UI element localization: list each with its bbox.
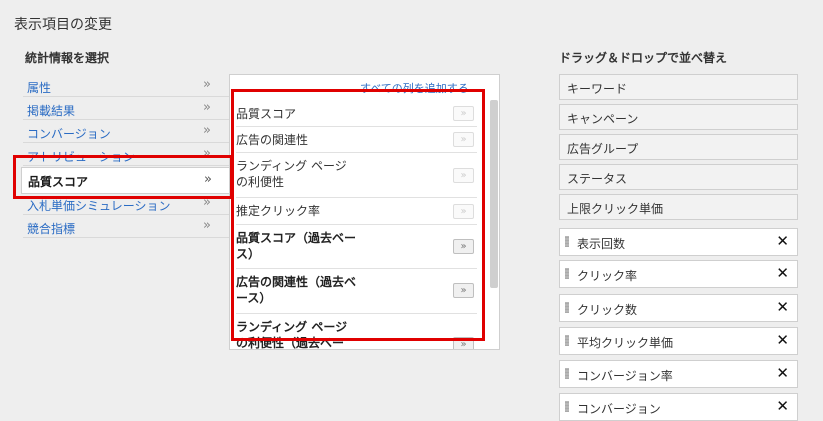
highlight-box-metrics (231, 89, 485, 341)
column-label: クリック率 (577, 269, 638, 283)
drag-handle-icon[interactable] (565, 236, 569, 247)
column-label: コンバージョン率 (577, 369, 673, 383)
remove-column-icon[interactable]: ✕ (776, 232, 789, 250)
category-label: 掲載結果 (27, 104, 76, 118)
chevron-right-icon: » (203, 123, 211, 138)
column-label: 広告グループ (567, 142, 639, 156)
remove-column-icon[interactable]: ✕ (776, 298, 789, 316)
fixed-column: 広告グループ (559, 134, 798, 160)
column-label: 上限クリック単価 (567, 202, 664, 216)
page-title: 表示項目の変更 (14, 17, 112, 33)
column-label: キャンペーン (567, 112, 639, 126)
selected-column[interactable]: クリック数 ✕ (559, 294, 798, 322)
selected-column[interactable]: 平均クリック単価 ✕ (559, 327, 798, 355)
category-label: 競合指標 (27, 222, 76, 236)
drag-handle-icon[interactable] (565, 335, 569, 346)
highlight-box-category (13, 155, 233, 199)
fixed-column: ステータス (559, 164, 798, 190)
category-label: 属性 (27, 81, 52, 95)
drag-handle-icon[interactable] (565, 368, 569, 379)
scrollbar[interactable] (490, 100, 498, 288)
drag-drop-heading: ドラッグ＆ドロップで並べ替え (559, 51, 728, 65)
column-label: 平均クリック単価 (577, 336, 674, 350)
column-label: クリック数 (577, 303, 638, 317)
category-label: コンバージョン (27, 127, 111, 141)
column-label: 表示回数 (577, 237, 626, 251)
fixed-column: 上限クリック単価 (559, 194, 798, 220)
chevron-right-icon: » (203, 100, 211, 115)
selected-column[interactable]: 表示回数 ✕ (559, 228, 798, 256)
drag-handle-icon[interactable] (565, 302, 569, 313)
remove-column-icon[interactable]: ✕ (776, 364, 789, 382)
fixed-column: キャンペーン (559, 104, 798, 130)
category-performance[interactable]: 掲載結果 » (23, 99, 231, 120)
category-attributes[interactable]: 属性 » (23, 76, 231, 97)
selected-column[interactable]: コンバージョン率 ✕ (559, 360, 798, 388)
remove-column-icon[interactable]: ✕ (776, 331, 789, 349)
column-label: キーワード (567, 82, 628, 96)
column-label: コンバージョン (577, 402, 661, 416)
stats-heading: 統計情報を選択 (25, 51, 110, 65)
category-competitive-metrics[interactable]: 競合指標 » (23, 217, 231, 238)
column-label: ステータス (567, 172, 628, 186)
fixed-column: キーワード (559, 74, 798, 100)
category-label: 入札単価シミュレーション (27, 199, 171, 213)
remove-column-icon[interactable]: ✕ (776, 397, 789, 415)
drag-handle-icon[interactable] (565, 401, 569, 412)
remove-column-icon[interactable]: ✕ (776, 264, 789, 282)
category-conversions[interactable]: コンバージョン » (23, 122, 231, 143)
selected-column[interactable]: クリック率 ✕ (559, 260, 798, 288)
chevron-right-icon: » (203, 77, 211, 92)
drag-handle-icon[interactable] (565, 268, 569, 279)
chevron-right-icon: » (203, 218, 211, 233)
